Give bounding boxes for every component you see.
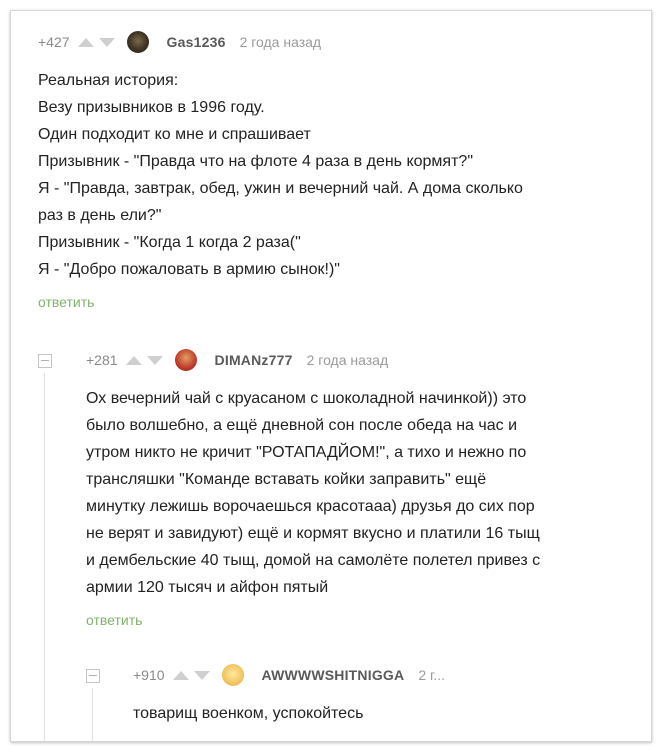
reply-link[interactable]: ответить [38,294,638,310]
reply-link[interactable]: ответить [86,612,646,628]
downvote-icon[interactable] [193,670,210,680]
comment-header: +281 DIMANz777 2 года назад [86,347,646,373]
comment-line: Везу призывников в 1996 году. [38,99,265,116]
comment-line: армии 120 тысяч и айфон пятый [86,579,329,596]
comment-rating: +427 [38,34,70,50]
downvote-icon[interactable] [98,37,115,47]
comment-line: раз в день ели?" [38,207,162,224]
comment-line: Я - "Добро пожаловать в армию сынок!)" [38,261,340,278]
comment-line: утром никто не кричит "РОТАПАДЙОМ!", а т… [86,444,527,461]
comment-header: +910 AWWWWSHITNIGGA 2 г... [133,662,633,688]
upvote-icon[interactable] [172,670,189,680]
comment-line: Призывник - "Когда 1 когда 2 раза(" [38,234,301,251]
upvote-icon[interactable] [125,355,142,365]
comment-time[interactable]: 2 года назад [240,34,322,50]
avatar[interactable] [221,664,244,686]
comment-reply: +281 DIMANz777 2 года назад Ох вечерний … [86,347,646,628]
comment-header: +427 Gas1236 2 года назад [38,29,638,55]
collapse-thread-button[interactable] [38,354,52,368]
comment-rating: +910 [133,667,165,683]
avatar[interactable] [126,31,149,53]
comment-reply: +910 AWWWWSHITNIGGA 2 г... товарищ военк… [133,662,633,727]
comment-time[interactable]: 2 года назад [307,352,389,368]
comment-thread: +427 Gas1236 2 года назад Реальная истор… [10,10,652,742]
thread-line[interactable] [44,373,45,741]
comment-text: Реальная история: Везу призывников в 199… [38,67,638,283]
comment-rating: +281 [86,352,118,368]
comment-line: было волшебно, а ещё дневной сон после о… [86,417,518,434]
avatar[interactable] [174,349,197,371]
downvote-icon[interactable] [146,355,163,365]
comment-line: не верят и завидуют) ещё и кормят вкусно… [86,525,540,542]
comment-line: Призывник - "Правда что на флоте 4 раза … [38,153,473,170]
collapse-thread-button[interactable] [86,669,100,683]
author-nick[interactable]: DIMANz777 [215,352,293,368]
comment-line: Один подходит ко мне и спрашивает [38,126,311,143]
comment-text: Ох вечерний чай с круасаном с шоколадной… [86,385,646,601]
comment-line: трансляшки "Команде вставать койки запра… [86,471,487,488]
comment-line: товарищ военком, успокойтесь [133,705,364,722]
comment-line: минутку лежишь ворочаешься красотааа) др… [86,498,535,515]
upvote-icon[interactable] [77,37,94,47]
comment-time[interactable]: 2 г... [418,667,445,683]
comment-line: Ох вечерний чай с круасаном с шоколадной… [86,390,527,407]
comment-line: Реальная история: [38,72,179,89]
comment-line: Я - "Правда, завтрак, обед, ужин и вечер… [38,180,523,197]
thread-line[interactable] [92,688,93,741]
author-nick[interactable]: Gas1236 [167,34,226,50]
comment: +427 Gas1236 2 года назад Реальная истор… [38,29,638,310]
author-nick[interactable]: AWWWWSHITNIGGA [262,667,405,683]
comment-line: и дембельские 40 тыщ, домой на самолёте … [86,552,541,569]
comment-text: товарищ военком, успокойтесь [133,700,633,727]
